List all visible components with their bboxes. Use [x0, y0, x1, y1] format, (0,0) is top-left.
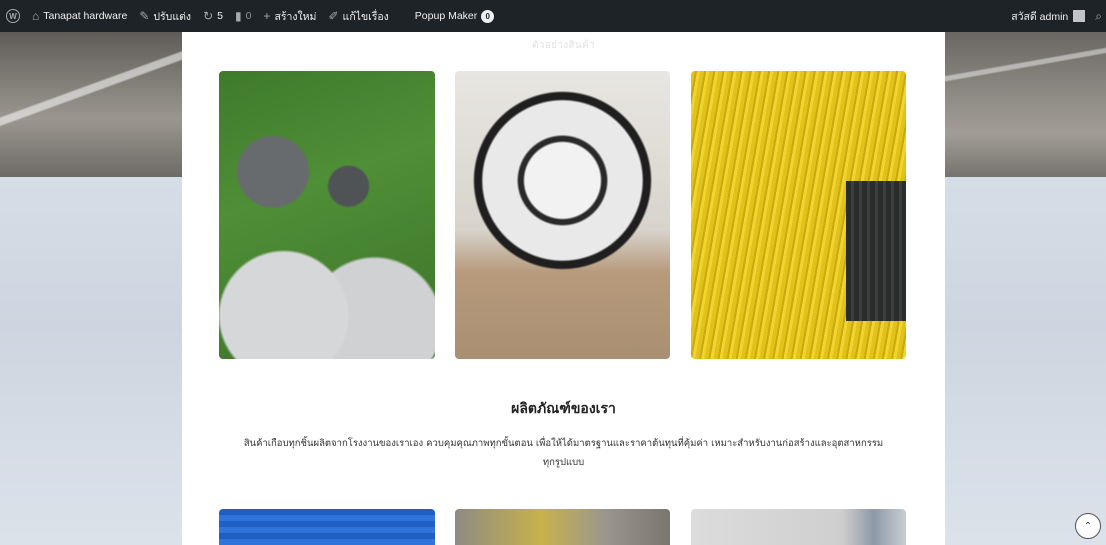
refresh-icon: ↻	[203, 9, 214, 23]
my-account-link[interactable]: สวัสดี admin	[1005, 0, 1091, 32]
background-road-image-right	[945, 32, 1106, 177]
pencil-icon: ✐	[328, 9, 339, 23]
site-name: Tanapat hardware	[43, 10, 128, 22]
customize-label: ปรับแต่ง	[153, 10, 192, 23]
customize-link[interactable]: ✎ ปรับแต่ง	[133, 0, 197, 32]
popup-maker-label: Popup Maker	[414, 10, 478, 22]
wordpress-menu[interactable]: W	[0, 0, 26, 32]
product-image-yellow-pipes[interactable]	[691, 71, 906, 359]
popup-maker-link[interactable]: Popup Maker 0	[409, 0, 500, 32]
product-image-pipes-and-drains[interactable]	[219, 71, 435, 359]
popup-maker-badge: 0	[481, 9, 495, 23]
comments-link[interactable]: ▮ 0	[229, 0, 257, 32]
home-icon: ⌂	[32, 9, 40, 23]
chevron-up-icon: ⌃	[1083, 520, 1093, 532]
product-image-factory[interactable]	[455, 509, 670, 545]
section-title: ผลิตภัณฑ์ของเรา	[511, 401, 616, 417]
product-image-warehouse[interactable]	[691, 509, 906, 545]
updates-count: 5	[217, 10, 223, 22]
comments-count: 0	[245, 10, 252, 22]
admin-bar-secondary: สวัสดี admin ⌕	[1005, 0, 1106, 32]
search-icon[interactable]: ⌕	[1091, 9, 1106, 24]
wp-admin-bar: W ⌂ Tanapat hardware ✎ ปรับแต่ง ↻ 5 ▮ 0 …	[0, 0, 1106, 32]
new-label: สร้างใหม่	[274, 10, 317, 23]
updates-link[interactable]: ↻ 5	[197, 0, 229, 32]
greeting: สวัสดี admin	[1011, 10, 1069, 23]
avatar	[1073, 10, 1086, 22]
plus-icon: +	[263, 9, 271, 23]
comment-icon: ▮	[234, 9, 242, 23]
edit-link[interactable]: ✐ แก้ไขเรื่อง	[322, 0, 394, 32]
product-image-blue-hose[interactable]	[219, 509, 435, 545]
background-road-image-left	[0, 32, 182, 177]
gallery-heading: ตัวอย่างสินค้า	[532, 40, 595, 51]
site-name-link[interactable]: ⌂ Tanapat hardware	[26, 0, 133, 32]
product-image-cable-reel[interactable]	[455, 71, 670, 359]
edit-label: แก้ไขเรื่อง	[342, 10, 389, 23]
new-content-link[interactable]: + สร้างใหม่	[257, 0, 322, 32]
brush-icon: ✎	[139, 9, 150, 23]
main-content: ตัวอย่างสินค้า ผลิตภัณฑ์ของเรา สินค้าเกื…	[182, 32, 945, 545]
scroll-to-top-button[interactable]: ⌃	[1075, 513, 1101, 539]
section-description: สินค้าเกือบทุกชิ้นผลิตจากโรงงานของเราเอง…	[243, 438, 884, 468]
wordpress-logo-icon: W	[6, 9, 20, 23]
